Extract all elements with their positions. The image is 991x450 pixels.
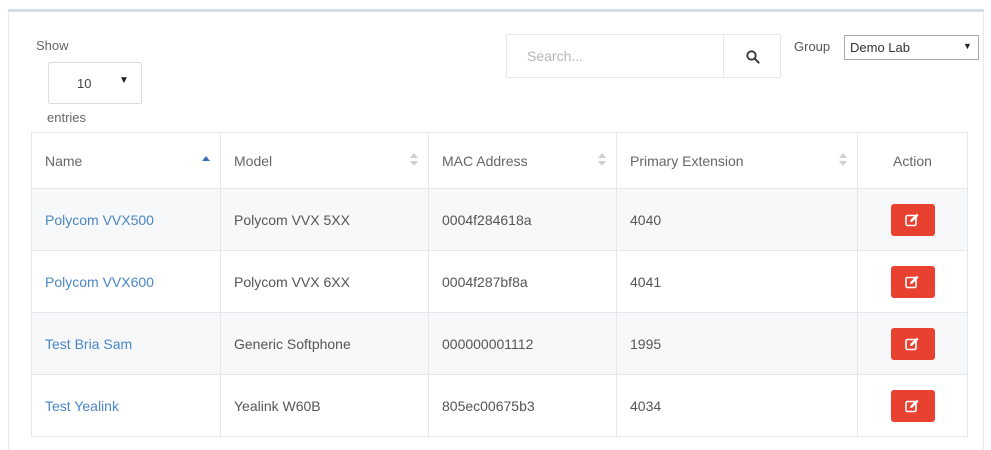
- device-mac-address: 0004f287bf8a: [428, 250, 617, 313]
- device-name-link[interactable]: Polycom VVX500: [31, 188, 221, 251]
- edit-button[interactable]: [890, 203, 935, 236]
- column-header-label: Primary Extension: [630, 152, 744, 169]
- table-row: Test Yealink Yealink W60B 805ec00675b3 4…: [31, 374, 968, 437]
- edit-icon: [904, 337, 919, 350]
- dropdown-caret-icon: ▼: [963, 41, 972, 51]
- edit-icon: [904, 213, 919, 226]
- entries-length-select[interactable]: 10 ▼: [48, 62, 142, 104]
- edit-icon: [904, 399, 919, 412]
- group-select-value: Demo Lab: [850, 40, 910, 55]
- sort-icon: [598, 153, 606, 169]
- column-header-model[interactable]: Model: [220, 132, 429, 189]
- action-cell: [857, 188, 968, 251]
- sort-ascending-icon: [202, 153, 210, 169]
- edit-button[interactable]: [890, 265, 935, 298]
- column-header-name[interactable]: Name: [31, 132, 221, 189]
- column-header-mac-address[interactable]: MAC Address: [428, 132, 617, 189]
- table-row: Test Bria Sam Generic Softphone 00000000…: [31, 312, 968, 375]
- table-row: Polycom VVX500 Polycom VVX 5XX 0004f2846…: [31, 188, 968, 251]
- column-header-action: Action: [857, 132, 968, 189]
- sort-icon: [839, 153, 847, 169]
- devices-table: Name Model MAC Address Primary Extension…: [31, 132, 968, 437]
- device-name-link[interactable]: Test Bria Sam: [31, 312, 221, 375]
- entries-length-value: 10: [77, 76, 92, 91]
- device-model: Yealink W60B: [220, 374, 429, 437]
- search-input[interactable]: [506, 34, 723, 78]
- column-header-label: Model: [234, 152, 273, 169]
- device-model: Polycom VVX 6XX: [220, 250, 429, 313]
- device-model: Generic Softphone: [220, 312, 429, 375]
- edit-button[interactable]: [890, 327, 935, 360]
- table-row: Polycom VVX600 Polycom VVX 6XX 0004f287b…: [31, 250, 968, 313]
- action-cell: [857, 250, 968, 313]
- dropdown-caret-icon: ▼: [119, 75, 129, 86]
- device-name-link[interactable]: Polycom VVX600: [31, 250, 221, 313]
- device-primary-extension: 1995: [616, 312, 858, 375]
- table-header-row: Name Model MAC Address Primary Extension…: [31, 132, 968, 189]
- device-primary-extension: 4040: [616, 188, 858, 251]
- entries-label: entries: [47, 110, 87, 125]
- device-mac-address: 000000001112: [428, 312, 617, 375]
- device-mac-address: 0004f284618a: [428, 188, 617, 251]
- action-cell: [857, 374, 968, 437]
- column-header-primary-extension[interactable]: Primary Extension: [616, 132, 858, 189]
- group-select[interactable]: Demo Lab ▼: [844, 35, 979, 60]
- search-button[interactable]: [723, 34, 781, 78]
- device-primary-extension: 4041: [616, 250, 858, 313]
- device-name-link[interactable]: Test Yealink: [31, 374, 221, 437]
- edit-button[interactable]: [890, 389, 935, 422]
- device-mac-address: 805ec00675b3: [428, 374, 617, 437]
- device-primary-extension: 4034: [616, 374, 858, 437]
- action-cell: [857, 312, 968, 375]
- column-header-label: Name: [45, 152, 83, 169]
- search-icon: [746, 50, 760, 64]
- column-header-label: Action: [893, 152, 932, 169]
- sort-icon: [410, 153, 418, 169]
- group-label: Group: [794, 39, 831, 54]
- device-model: Polycom VVX 5XX: [220, 188, 429, 251]
- edit-icon: [904, 275, 919, 288]
- show-label: Show: [36, 38, 69, 53]
- column-header-label: MAC Address: [442, 152, 528, 169]
